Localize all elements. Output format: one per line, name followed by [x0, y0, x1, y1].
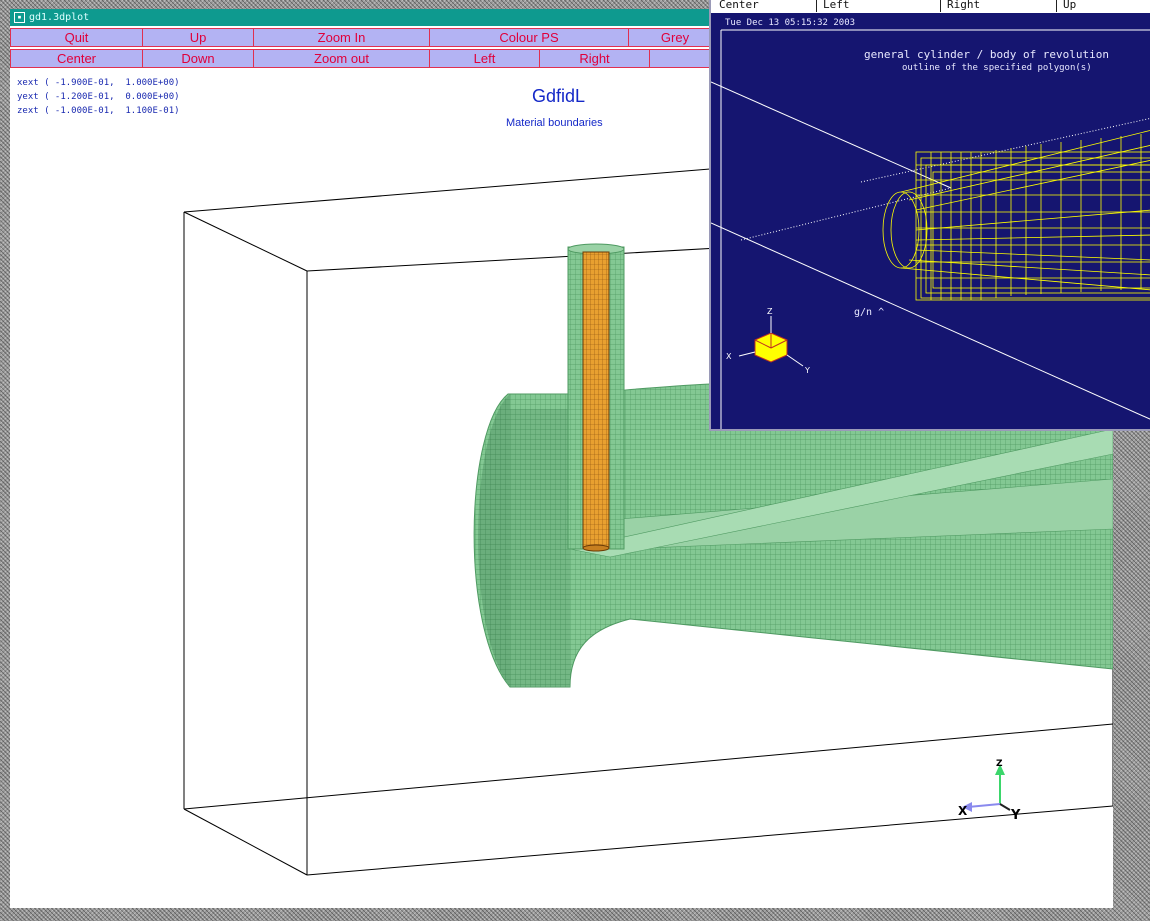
second-x-label: X [726, 352, 732, 361]
y-axis-label: Y [1010, 808, 1021, 823]
yellow-wire-mesh [882, 130, 1150, 301]
z-axis-label: Z [996, 759, 1003, 769]
second-y-label: Y [804, 366, 810, 375]
body-of-revolution-window: Center Left Right Up Tue Dec 13 05:15:32… [709, 0, 1150, 431]
axis-triad: Z X Y [958, 759, 1021, 823]
second-bounding-box [711, 29, 1150, 429]
x-axis-label: X [958, 804, 968, 818]
second-z-label: Z [767, 307, 773, 316]
wireframe-scene[interactable]: Z X Y [711, 0, 1150, 431]
second-axis-triad: Z X Y [726, 307, 810, 375]
